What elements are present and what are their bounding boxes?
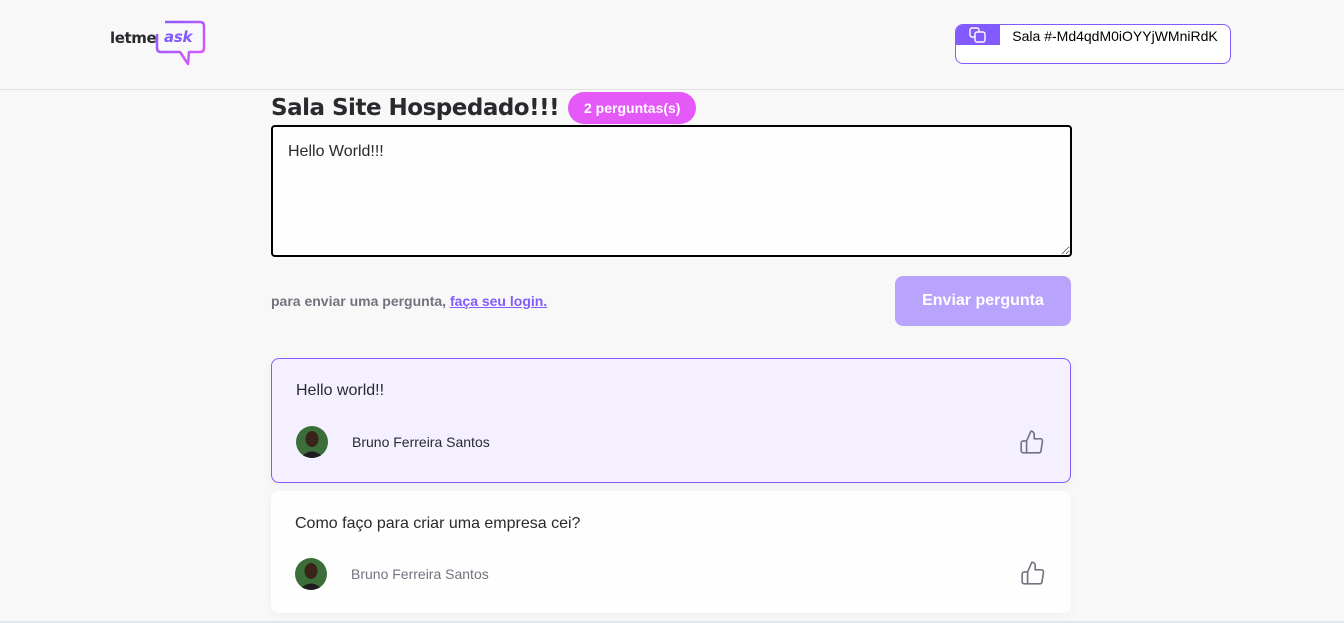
page-title: Sala Site Hospedado!!! xyxy=(271,95,560,121)
author-name: Bruno Ferreira Santos xyxy=(351,566,489,582)
like-button[interactable] xyxy=(1018,429,1046,457)
header: letme ask Sala #-Md4qdM0iOYYjWMniRdK xyxy=(0,0,1344,90)
like-button[interactable] xyxy=(1019,560,1047,588)
thumbs-up-icon xyxy=(1021,561,1045,585)
question-count-badge: 2 perguntas(s) xyxy=(568,92,697,124)
logo-prefix: letme xyxy=(110,29,157,47)
avatar xyxy=(295,558,327,590)
login-hint: para enviar uma pergunta, faça seu login… xyxy=(271,293,547,309)
avatar xyxy=(296,426,328,458)
question-text: Como faço para criar uma empresa cei? xyxy=(295,515,581,532)
send-question-button[interactable]: Enviar pergunta xyxy=(895,276,1071,326)
question-card: Hello world!! Bruno Ferreira Santos xyxy=(271,358,1071,483)
room-code-button[interactable]: Sala #-Md4qdM0iOYYjWMniRdK xyxy=(955,24,1231,64)
logo-suffix: ask xyxy=(164,28,193,46)
login-hint-text: para enviar uma pergunta, xyxy=(271,293,450,309)
author-name: Bruno Ferreira Santos xyxy=(352,434,490,450)
room-code-text: Sala #-Md4qdM0iOYYjWMniRdK xyxy=(1012,28,1218,44)
thumbs-up-icon xyxy=(1020,430,1044,454)
question-input[interactable]: Hello World!!! xyxy=(271,125,1072,257)
question-card: Como faço para criar uma empresa cei? Br… xyxy=(271,491,1071,613)
letmeask-logo[interactable]: letme ask xyxy=(110,20,206,68)
question-text: Hello world!! xyxy=(296,382,385,399)
login-link[interactable]: faça seu login. xyxy=(450,293,547,309)
copy-icon[interactable] xyxy=(956,25,1000,45)
